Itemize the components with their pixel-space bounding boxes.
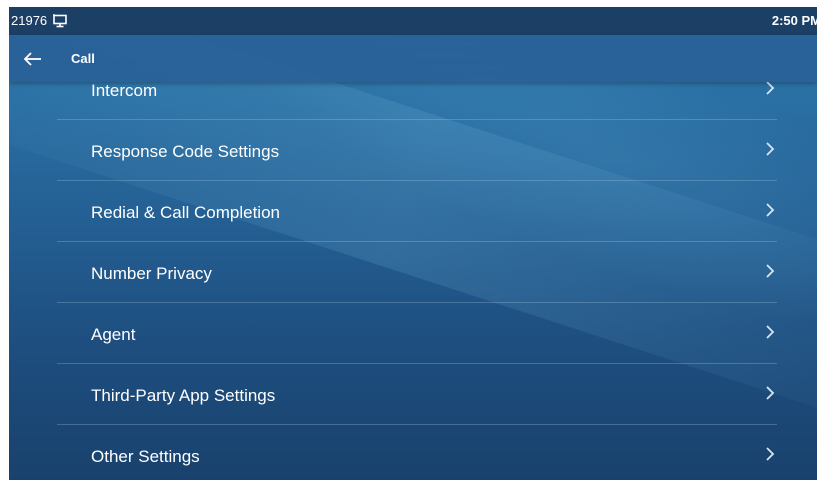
menu-item-label: Other Settings	[91, 447, 200, 466]
menu-item-label: Number Privacy	[91, 264, 212, 283]
menu-item-label: Agent	[91, 325, 136, 344]
page-title: Call	[71, 51, 95, 66]
chevron-right-icon	[766, 386, 775, 400]
menu-item-number-privacy[interactable]: Number Privacy	[57, 242, 777, 303]
menu-item-response-code-settings[interactable]: Response Code Settings	[57, 120, 777, 181]
title-bar: Call	[9, 35, 817, 82]
menu-item-third-party-app-settings[interactable]: Third-Party App Settings	[57, 364, 777, 425]
menu-item-redial-call-completion[interactable]: Redial & Call Completion	[57, 181, 777, 242]
status-left: 21976	[11, 13, 68, 28]
chevron-right-icon	[766, 142, 775, 156]
phone-screen: 21976 2:50 PM Intercom Response Code Set…	[9, 7, 817, 480]
menu-item-agent[interactable]: Agent	[57, 303, 777, 364]
chevron-right-icon	[766, 325, 775, 339]
monitor-icon	[52, 13, 68, 28]
menu-item-other-settings[interactable]: Other Settings	[57, 425, 777, 480]
menu-item-label: Redial & Call Completion	[91, 203, 280, 222]
arrow-left-icon[interactable]	[21, 47, 45, 71]
status-time: 2:50 PM	[771, 13, 817, 28]
chevron-right-icon	[766, 203, 775, 217]
menu-item-label: Response Code Settings	[91, 142, 280, 161]
chevron-right-icon	[766, 447, 775, 461]
extension-number: 21976	[11, 13, 48, 28]
call-settings-list: Intercom Response Code Settings Redial &…	[57, 59, 777, 480]
menu-item-label: Intercom	[91, 81, 158, 100]
status-bar: 21976 2:50 PM	[9, 7, 817, 35]
menu-item-label: Third-Party App Settings	[91, 386, 276, 405]
chevron-right-icon	[766, 264, 775, 278]
